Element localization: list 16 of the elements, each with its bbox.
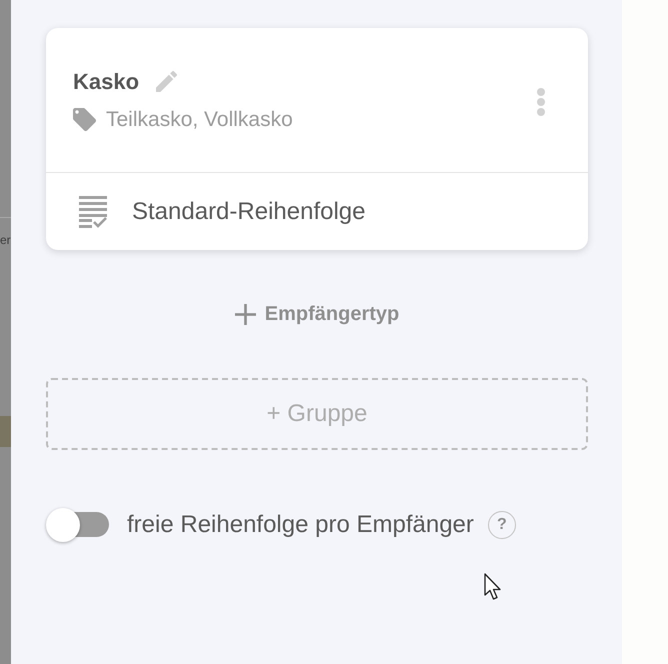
help-button[interactable]: ? xyxy=(488,511,516,539)
toggle-label: freie Reihenfolge pro Empfänger xyxy=(127,511,474,539)
plus-icon xyxy=(234,304,256,324)
pencil-icon[interactable] xyxy=(156,71,178,92)
checklist-icon xyxy=(79,196,107,228)
backdrop-text: er xyxy=(0,233,11,247)
order-label[interactable]: Standard-Reihenfolge xyxy=(132,198,366,226)
tag-list: Teilkasko, Vollkasko xyxy=(106,108,293,132)
add-group-button[interactable]: + Gruppe xyxy=(46,378,588,450)
image-placeholder xyxy=(0,416,11,447)
toggle-switch[interactable] xyxy=(46,508,110,542)
add-recipient-type-button[interactable]: Empfängertyp xyxy=(232,299,402,329)
card-title: Kasko xyxy=(73,68,140,94)
tag-icon xyxy=(73,108,96,131)
more-menu-icon[interactable] xyxy=(537,88,545,116)
mouse-cursor-icon xyxy=(484,573,502,601)
